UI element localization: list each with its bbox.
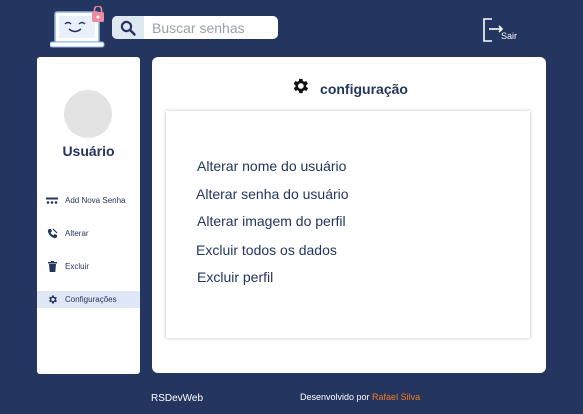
option-change-username[interactable]: Alterar nome do usuário	[197, 158, 346, 174]
option-delete-profile[interactable]: Excluir perfil	[197, 269, 273, 285]
settings-card: Alterar nome do usuário Alterar senha do…	[166, 111, 530, 338]
search-button[interactable]	[112, 16, 144, 39]
footer-credit: Desenvolvido por Rafael Silva	[300, 392, 420, 402]
search-input[interactable]: Buscar senhas	[144, 20, 278, 36]
trash-icon	[46, 261, 58, 273]
sidebar-item-label: Add Nova Senha	[65, 196, 126, 205]
footer-brand: RSDevWeb	[151, 393, 204, 404]
page-title: configuração	[320, 80, 408, 97]
footer-credit-prefix: Desenvolvido por	[300, 392, 373, 402]
sidebar-item-alterar[interactable]: Alterar	[37, 225, 140, 242]
footer-author-link[interactable]: Rafael Silva	[372, 392, 420, 402]
sidebar-item-configuracoes[interactable]: Configurações	[37, 291, 140, 308]
option-delete-all-data[interactable]: Excluir todos os dados	[196, 242, 337, 258]
search-icon	[120, 20, 136, 36]
logout-label[interactable]: Sair	[501, 31, 517, 41]
option-change-password[interactable]: Alterar senha do usuário	[196, 186, 349, 202]
gear-icon	[46, 294, 58, 306]
gear-icon	[290, 76, 310, 101]
settings-panel: configuração Alterar nome do usuário Alt…	[152, 57, 546, 373]
username: Usuário	[62, 143, 115, 159]
sidebar-item-label: Excluir	[65, 262, 90, 271]
avatar[interactable]	[64, 90, 112, 138]
sidebar: Usuário Add Nova Senha Alterar Excluir C…	[37, 57, 140, 374]
app-logo	[49, 5, 110, 50]
sidebar-item-excluir[interactable]: Excluir	[37, 258, 140, 275]
panel-header: configuração	[152, 76, 546, 101]
edit-phone-icon	[46, 228, 58, 240]
key-dots-icon	[46, 195, 58, 207]
sidebar-item-label: Configurações	[65, 295, 117, 304]
sidebar-item-label: Alterar	[65, 229, 89, 238]
sidebar-item-add-password[interactable]: Add Nova Senha	[37, 192, 140, 209]
option-change-profile-image[interactable]: Alterar imagem do perfil	[197, 213, 346, 229]
search-bar[interactable]: Buscar senhas	[112, 16, 278, 39]
